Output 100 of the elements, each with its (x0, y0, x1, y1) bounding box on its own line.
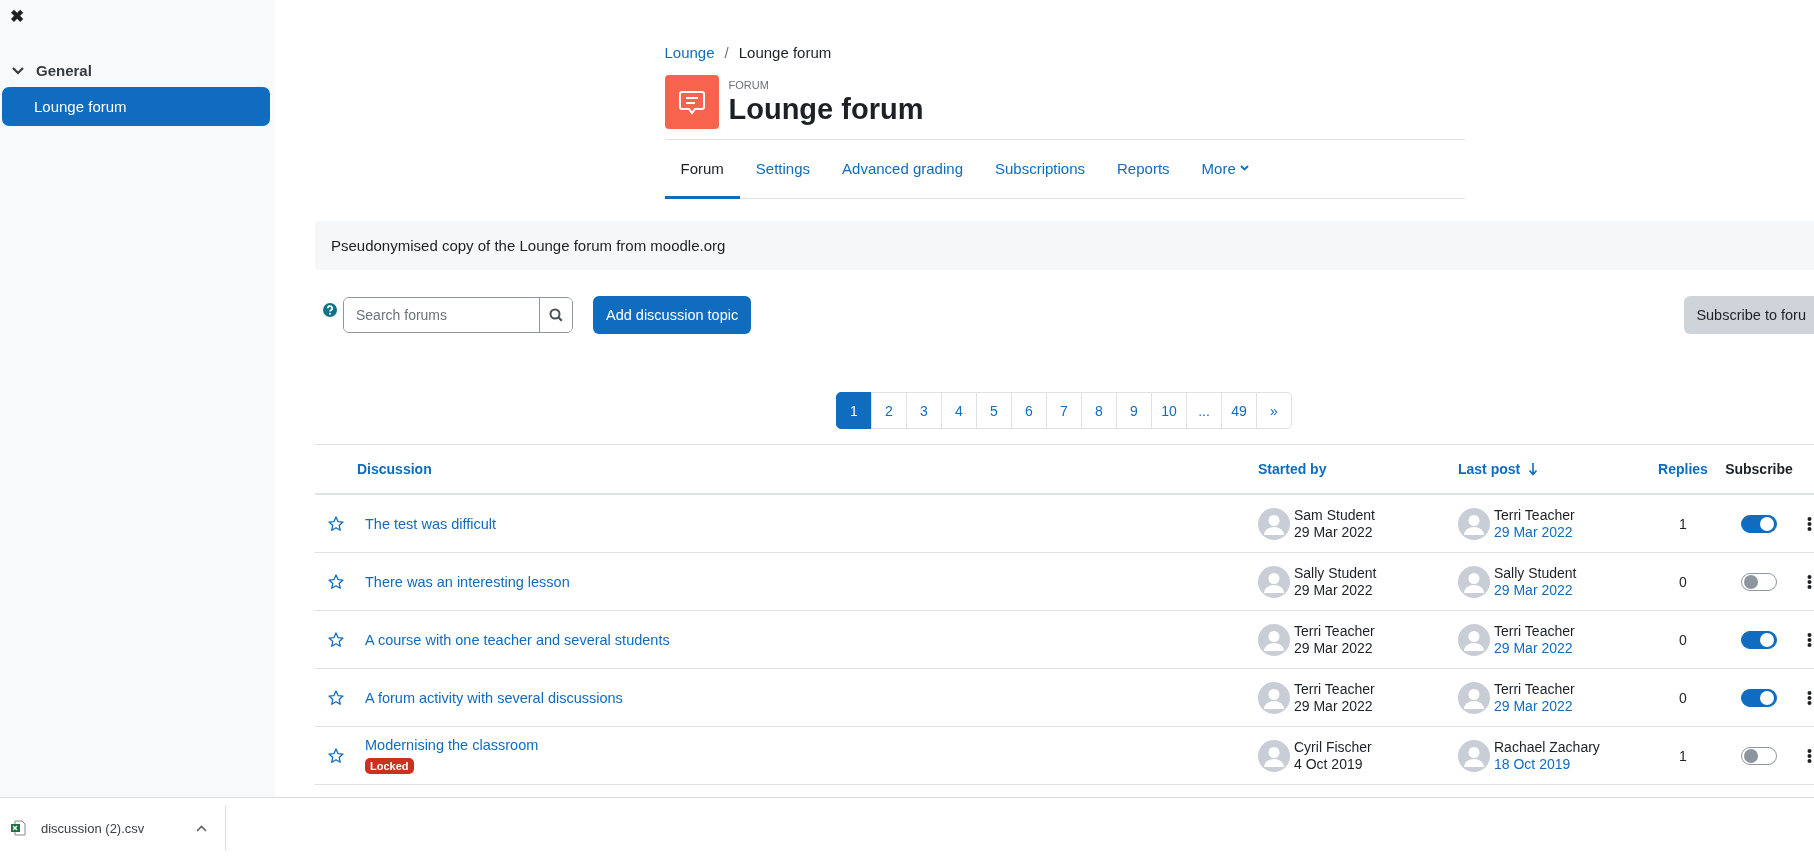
reply-count: 0 (1678, 631, 1688, 648)
section-label: General (36, 62, 92, 79)
locked-badge: Locked (365, 758, 414, 774)
author-name: Terri Teacher (1294, 680, 1375, 698)
avatar-placeholder (1258, 681, 1290, 714)
page-link[interactable]: » (1256, 392, 1292, 429)
author-name: Sam Student (1294, 506, 1375, 524)
subscribe-toggle[interactable] (1741, 688, 1777, 707)
star-icon[interactable] (328, 690, 344, 705)
subscribe-toggle[interactable] (1741, 630, 1777, 649)
post-date: 29 Mar 2022 (1294, 697, 1373, 715)
discussion-link[interactable]: The test was difficult (365, 515, 497, 532)
column-header[interactable]: Last post (1458, 461, 1521, 477)
post-date[interactable]: 18 Oct 2019 (1494, 755, 1571, 773)
post-date: 29 Mar 2022 (1294, 581, 1373, 599)
kebab-menu-icon[interactable] (1807, 689, 1812, 706)
avatar-placeholder (1258, 507, 1290, 540)
author-name: Cyril Fischer (1294, 738, 1372, 756)
subscribe-button[interactable]: Subscribe to foru (1684, 296, 1814, 334)
column-header[interactable]: Discussion (357, 461, 432, 477)
more-menu-tab[interactable]: More (1185, 140, 1265, 199)
column-header[interactable]: Replies (1658, 461, 1708, 477)
breadcrumb-current: Lounge forum (738, 44, 832, 61)
kebab-menu-icon[interactable] (1807, 631, 1812, 648)
reply-count: 0 (1678, 689, 1688, 706)
author-name: Sally Student (1294, 564, 1377, 582)
column-header: Subscribe (1725, 461, 1793, 477)
search-field[interactable]: Search forums (343, 297, 573, 333)
sort-down-arrow-icon[interactable] (1528, 462, 1539, 476)
breadcrumb-link[interactable]: Lounge (664, 44, 715, 61)
column-header[interactable]: Started by (1258, 461, 1327, 477)
star-icon[interactable] (328, 574, 344, 589)
avatar-placeholder (1458, 507, 1490, 540)
avatar-placeholder (1458, 565, 1490, 598)
help-icon[interactable] (323, 303, 337, 317)
activity-type-label: FORUM (728, 79, 769, 91)
subscribe-toggle[interactable] (1741, 572, 1777, 591)
post-date: 29 Mar 2022 (1294, 639, 1373, 657)
search-icon[interactable] (549, 308, 563, 322)
page-link[interactable]: 6 (1011, 392, 1047, 429)
nav-tab[interactable]: Subscriptions (979, 140, 1102, 199)
kebab-menu-icon[interactable] (1807, 747, 1812, 764)
page-link[interactable]: 7 (1046, 392, 1082, 429)
author-name: Rachael Zachary (1494, 738, 1600, 756)
page-link[interactable]: ... (1186, 392, 1222, 429)
page-link[interactable]: 49 (1221, 392, 1257, 429)
star-icon[interactable] (328, 516, 344, 531)
avatar-placeholder (1458, 681, 1490, 714)
discussion-link[interactable]: A course with one teacher and several students (365, 631, 670, 648)
discussion-link[interactable]: A forum activity with several discussions (365, 689, 623, 706)
post-date[interactable]: 29 Mar 2022 (1494, 697, 1573, 715)
page-link[interactable]: 4 (941, 392, 977, 429)
page-link[interactable]: 5 (976, 392, 1012, 429)
sidebar-item[interactable]: Lounge forum (2, 87, 270, 126)
avatar-placeholder (1458, 623, 1490, 656)
star-icon[interactable] (328, 748, 344, 763)
close-icon[interactable]: ✖ (10, 8, 24, 25)
breadcrumb-separator: / (724, 44, 729, 61)
author-name: Terri Teacher (1294, 622, 1375, 640)
subscribe-toggle[interactable] (1741, 746, 1777, 765)
forum-icon (664, 75, 719, 129)
page-link[interactable]: 10 (1151, 392, 1187, 429)
avatar-placeholder (1258, 565, 1290, 598)
add-discussion-button[interactable]: Add discussion topic (593, 296, 752, 334)
description-panel: Pseudonymised copy of the Lounge forum from moodle.org (315, 221, 1814, 270)
post-date[interactable]: 29 Mar 2022 (1494, 523, 1573, 541)
avatar-placeholder (1458, 739, 1490, 772)
post-date: 29 Mar 2022 (1294, 523, 1373, 541)
spreadsheet-file-icon (10, 820, 26, 836)
subscribe-toggle[interactable] (1741, 514, 1777, 533)
author-name: Terri Teacher (1494, 506, 1575, 524)
avatar-placeholder (1258, 623, 1290, 656)
post-date[interactable]: 29 Mar 2022 (1494, 639, 1573, 657)
author-name: Terri Teacher (1494, 622, 1575, 640)
kebab-menu-icon[interactable] (1807, 573, 1812, 590)
nav-tab[interactable]: Reports (1101, 140, 1186, 199)
download-item[interactable]: discussion (2).csv (0, 806, 226, 850)
page-link[interactable]: 8 (1081, 392, 1117, 429)
reply-count: 1 (1678, 515, 1688, 532)
page-title: Lounge forum (728, 93, 924, 126)
nav-tab[interactable]: Settings (739, 140, 827, 199)
caret-down-icon (1239, 165, 1249, 171)
reply-count: 0 (1678, 573, 1688, 590)
chevron-down-icon (12, 66, 24, 75)
nav-tab[interactable]: Advanced grading (826, 140, 979, 199)
section-toggle[interactable]: General (12, 62, 92, 79)
discussion-link[interactable]: There was an interesting lesson (365, 573, 570, 590)
page-link[interactable]: 1 (836, 392, 872, 429)
avatar-placeholder (1258, 739, 1290, 772)
discussion-link[interactable]: Modernising the classroom (365, 737, 539, 753)
page-link[interactable]: 3 (906, 392, 942, 429)
star-icon[interactable] (328, 632, 344, 647)
post-date[interactable]: 29 Mar 2022 (1494, 581, 1573, 599)
nav-tab[interactable]: Forum (664, 140, 740, 199)
page-link[interactable]: 9 (1116, 392, 1152, 429)
page-link[interactable]: 2 (871, 392, 907, 429)
post-date: 4 Oct 2019 (1294, 755, 1363, 773)
caret-up-icon[interactable] (196, 824, 207, 832)
kebab-menu-icon[interactable] (1807, 515, 1812, 532)
author-name: Terri Teacher (1494, 680, 1575, 698)
